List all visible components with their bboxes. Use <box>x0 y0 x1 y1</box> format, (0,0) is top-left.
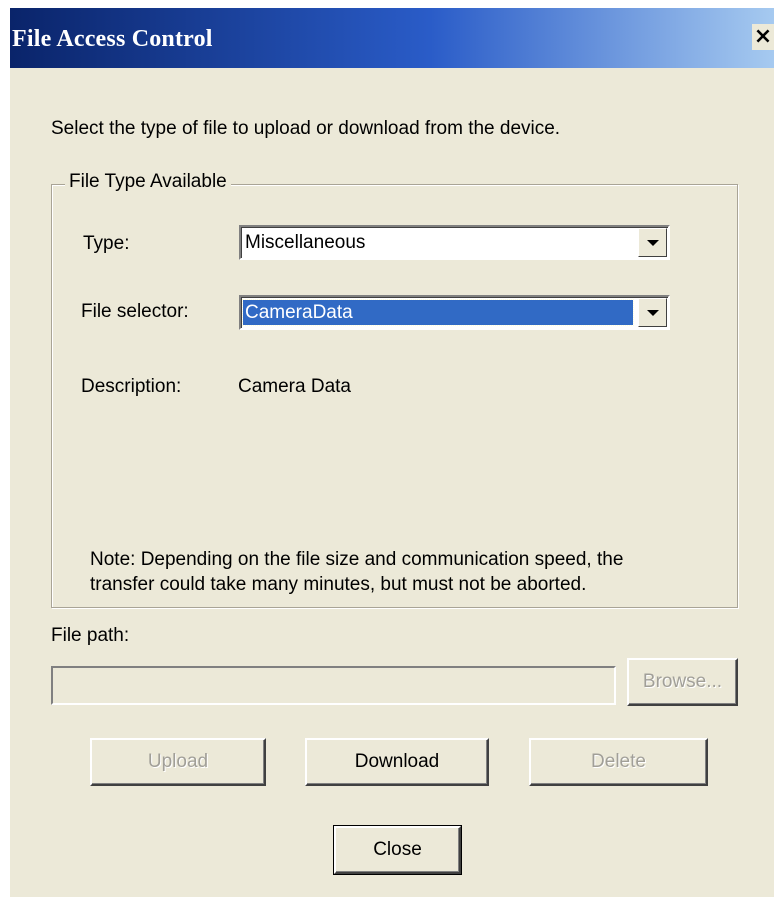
file-selector-dropdown-button[interactable] <box>638 298 667 327</box>
transfer-note-line-2: transfer could take many minutes, but mu… <box>90 574 587 595</box>
file-path-input[interactable] <box>51 666 616 705</box>
description-label: Description: <box>81 376 182 397</box>
file-type-group-legend: File Type Available <box>65 171 231 193</box>
instruction-text: Select the type of file to upload or dow… <box>51 118 561 139</box>
type-label: Type: <box>83 233 130 254</box>
type-dropdown[interactable]: Miscellaneous <box>239 225 670 260</box>
type-dropdown-value: Miscellaneous <box>245 232 366 253</box>
upload-button[interactable]: Upload <box>90 738 266 786</box>
file-access-control-dialog: File Access Control × Select the type of… <box>10 8 774 897</box>
chevron-down-icon <box>647 310 659 316</box>
file-selector-dropdown-value: CameraData <box>242 299 634 326</box>
description-value: Camera Data <box>238 376 351 397</box>
download-button[interactable]: Download <box>305 738 489 786</box>
browse-button[interactable]: Browse... <box>627 658 738 706</box>
close-icon[interactable]: × <box>752 24 774 50</box>
transfer-note-line-1: Note: Depending on the file size and com… <box>90 549 624 570</box>
file-selector-dropdown[interactable]: CameraData <box>239 295 670 330</box>
transfer-note: Note: Depending on the file size and com… <box>90 547 623 597</box>
title-bar[interactable]: File Access Control × <box>10 8 774 68</box>
close-button[interactable]: Close <box>333 825 462 875</box>
chevron-down-icon <box>647 240 659 246</box>
file-selector-label: File selector: <box>81 301 189 322</box>
file-path-label: File path: <box>51 625 130 646</box>
type-dropdown-button[interactable] <box>638 228 667 257</box>
window-title: File Access Control <box>12 26 213 52</box>
delete-button[interactable]: Delete <box>529 738 708 786</box>
